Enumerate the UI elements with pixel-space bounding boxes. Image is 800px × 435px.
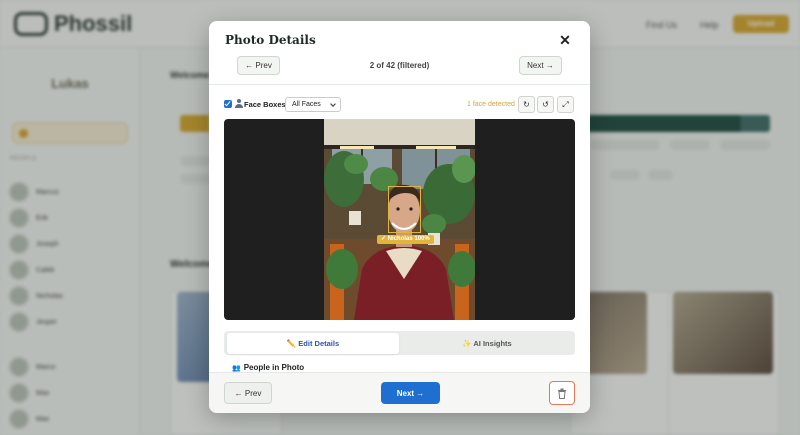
trash-icon xyxy=(558,388,566,399)
faces-detected-text: 1 face detected xyxy=(467,101,515,108)
footer-prev-button[interactable]: ← Prev xyxy=(224,382,272,404)
people-icon: 👥 xyxy=(232,364,241,372)
tab-ai-insights[interactable]: ✨ AI Insights xyxy=(402,333,572,354)
tab-edit-details[interactable]: ✏️ Edit Details xyxy=(227,333,399,354)
details-tabs: ✏️ Edit Details ✨ AI Insights xyxy=(224,331,575,355)
footer-next-button[interactable]: Next → xyxy=(381,382,440,404)
modal-title: Photo Details xyxy=(225,33,316,47)
photo-image[interactable]: ✓ Nicholas 100% xyxy=(324,119,475,320)
chevron-down-icon xyxy=(330,101,336,107)
person-icon xyxy=(235,99,243,109)
expand-icon[interactable]: ⤢ xyxy=(557,96,574,113)
rotate-right-icon[interactable]: ↻ xyxy=(518,96,535,113)
faces-filter-value: All Faces xyxy=(292,101,321,108)
faces-filter-select[interactable]: All Faces xyxy=(285,97,341,112)
divider xyxy=(209,84,590,85)
face-toolbar: Face Boxes All Faces 1 face detected ↻ ↺… xyxy=(209,94,590,116)
face-boxes-label: Face Boxes xyxy=(244,100,286,109)
people-section-label: People in Photo xyxy=(243,363,305,372)
face-box[interactable] xyxy=(388,186,421,233)
modal-header: Photo Details ✕ ← Prev 2 of 42 (filtered… xyxy=(209,21,590,105)
face-tag[interactable]: ✓ Nicholas 100% xyxy=(377,235,434,244)
face-boxes-checkbox[interactable] xyxy=(224,100,232,108)
modal-footer: ← Prev Next → xyxy=(209,372,590,413)
delete-button[interactable] xyxy=(549,381,575,405)
photo-viewer: ✓ Nicholas 100% xyxy=(224,119,575,320)
close-icon[interactable]: ✕ xyxy=(558,33,572,47)
people-in-photo-heading: 👥 People in Photo xyxy=(232,363,304,372)
photo-details-modal: Photo Details ✕ ← Prev 2 of 42 (filtered… xyxy=(209,21,590,413)
rotate-left-icon[interactable]: ↺ xyxy=(537,96,554,113)
next-button[interactable]: Next → xyxy=(519,56,562,75)
